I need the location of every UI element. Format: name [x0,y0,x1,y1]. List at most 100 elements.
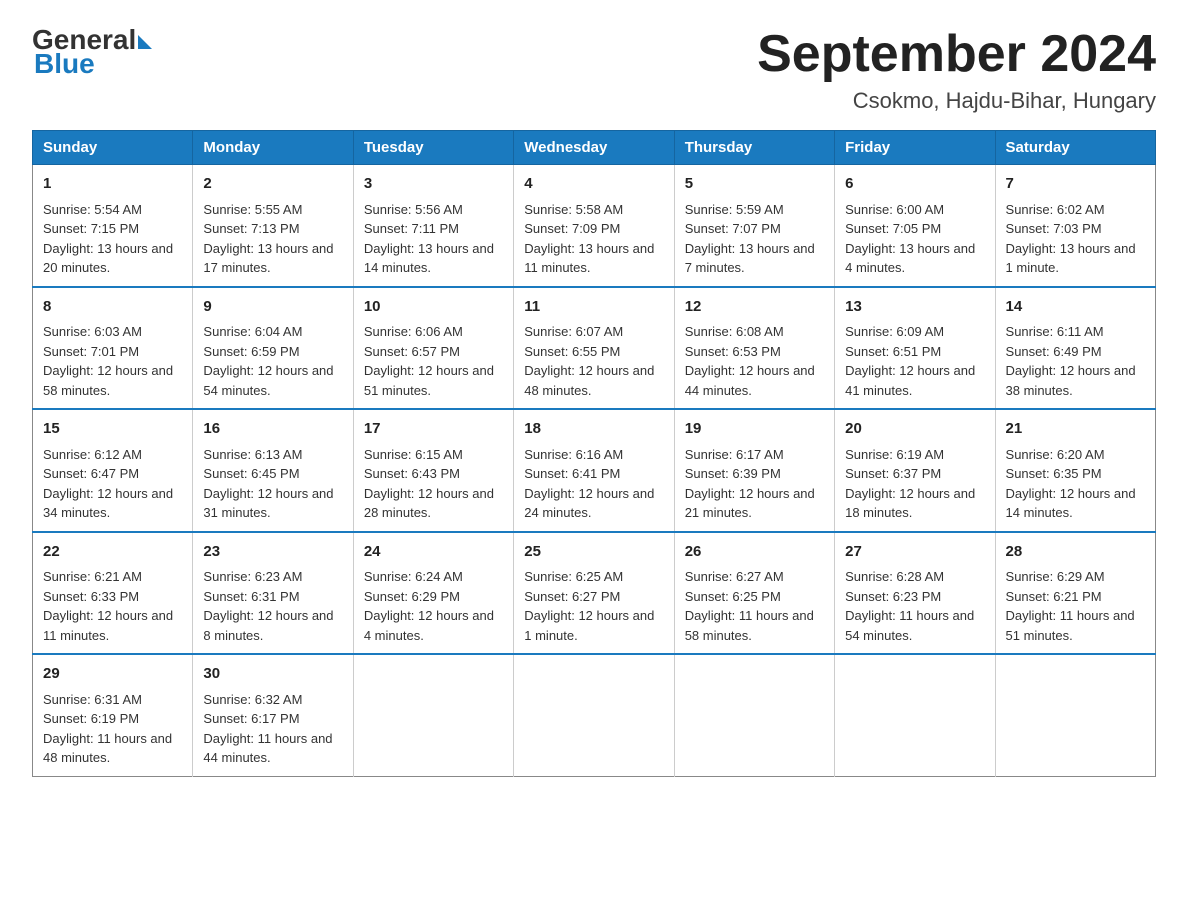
day-info: Sunrise: 5:56 AMSunset: 7:11 PMDaylight:… [364,200,503,278]
calendar-cell: 25Sunrise: 6:25 AMSunset: 6:27 PMDayligh… [514,532,674,655]
calendar-cell: 27 Sunrise: 6:28 AMSunset: 6:23 PMDayligh… [835,532,995,655]
calendar-cell: 6 Sunrise: 6:00 AMSunset: 7:05 PMDaylight… [835,165,995,287]
calendar-cell: 12Sunrise: 6:08 AMSunset: 6:53 PMDayligh… [674,287,834,410]
calendar-week-row: 22 Sunrise: 6:21 AMSunset: 6:33 PMDayligh… [33,532,1156,655]
calendar-cell [674,654,834,776]
day-number: 6 [845,173,984,196]
day-number: 24 [364,541,503,564]
calendar-cell: 15 Sunrise: 6:12 AMSunset: 6:47 PMDayligh… [33,409,193,532]
day-info: Sunrise: 6:24 AMSunset: 6:29 PMDaylight:… [364,567,503,645]
calendar-cell: 18 Sunrise: 6:16 AMSunset: 6:41 PMDayligh… [514,409,674,532]
calendar-cell: 17 Sunrise: 6:15 AMSunset: 6:43 PMDayligh… [353,409,513,532]
column-header-thursday: Thursday [674,131,834,165]
day-info: Sunrise: 6:15 AMSunset: 6:43 PMDaylight:… [364,445,503,523]
column-header-monday: Monday [193,131,353,165]
day-info: Sunrise: 6:16 AMSunset: 6:41 PMDaylight:… [524,445,663,523]
calendar-week-row: 8 Sunrise: 6:03 AMSunset: 7:01 PMDaylight… [33,287,1156,410]
day-info: Sunrise: 6:03 AMSunset: 7:01 PMDaylight:… [43,322,182,400]
column-header-tuesday: Tuesday [353,131,513,165]
calendar-cell: 8 Sunrise: 6:03 AMSunset: 7:01 PMDaylight… [33,287,193,410]
calendar-cell: 4 Sunrise: 5:58 AMSunset: 7:09 PMDaylight… [514,165,674,287]
day-number: 3 [364,173,503,196]
day-info: Sunrise: 6:20 AMSunset: 6:35 PMDaylight:… [1006,445,1145,523]
calendar-cell: 5 Sunrise: 5:59 AMSunset: 7:07 PMDaylight… [674,165,834,287]
day-info: Sunrise: 6:19 AMSunset: 6:37 PMDaylight:… [845,445,984,523]
day-info: Sunrise: 6:13 AMSunset: 6:45 PMDaylight:… [203,445,342,523]
day-number: 7 [1006,173,1145,196]
day-number: 13 [845,296,984,319]
calendar-cell: 9 Sunrise: 6:04 AMSunset: 6:59 PMDaylight… [193,287,353,410]
day-number: 21 [1006,418,1145,441]
calendar-cell: 11 Sunrise: 6:07 AMSunset: 6:55 PMDayligh… [514,287,674,410]
day-info: Sunrise: 6:00 AMSunset: 7:05 PMDaylight:… [845,200,984,278]
day-info: Sunrise: 6:09 AMSunset: 6:51 PMDaylight:… [845,322,984,400]
day-info: Sunrise: 5:58 AMSunset: 7:09 PMDaylight:… [524,200,663,278]
calendar-table: SundayMondayTuesdayWednesdayThursdayFrid… [32,130,1156,777]
day-info: Sunrise: 5:54 AMSunset: 7:15 PMDaylight:… [43,200,182,278]
calendar-header-row: SundayMondayTuesdayWednesdayThursdayFrid… [33,131,1156,165]
calendar-cell [514,654,674,776]
column-header-wednesday: Wednesday [514,131,674,165]
day-number: 29 [43,663,182,686]
calendar-cell: 20 Sunrise: 6:19 AMSunset: 6:37 PMDayligh… [835,409,995,532]
day-info: Sunrise: 6:02 AMSunset: 7:03 PMDaylight:… [1006,200,1145,278]
calendar-cell: 2Sunrise: 5:55 AMSunset: 7:13 PMDaylight… [193,165,353,287]
day-number: 26 [685,541,824,564]
day-number: 4 [524,173,663,196]
calendar-cell [353,654,513,776]
calendar-cell: 16Sunrise: 6:13 AMSunset: 6:45 PMDayligh… [193,409,353,532]
logo-triangle-icon [138,35,152,49]
day-number: 14 [1006,296,1145,319]
calendar-cell: 10 Sunrise: 6:06 AMSunset: 6:57 PMDayligh… [353,287,513,410]
day-number: 5 [685,173,824,196]
title-section: September 2024 Csokmo, Hajdu-Bihar, Hung… [757,24,1156,114]
day-number: 2 [203,173,342,196]
day-info: Sunrise: 6:27 AMSunset: 6:25 PMDaylight:… [685,567,824,645]
calendar-cell: 29Sunrise: 6:31 AMSunset: 6:19 PMDayligh… [33,654,193,776]
column-header-saturday: Saturday [995,131,1155,165]
day-info: Sunrise: 6:06 AMSunset: 6:57 PMDaylight:… [364,322,503,400]
day-number: 28 [1006,541,1145,564]
calendar-week-row: 1Sunrise: 5:54 AMSunset: 7:15 PMDaylight… [33,165,1156,287]
day-number: 18 [524,418,663,441]
day-number: 23 [203,541,342,564]
day-number: 10 [364,296,503,319]
calendar-cell: 24 Sunrise: 6:24 AMSunset: 6:29 PMDayligh… [353,532,513,655]
calendar-title: September 2024 [757,24,1156,84]
day-number: 22 [43,541,182,564]
day-info: Sunrise: 6:29 AMSunset: 6:21 PMDaylight:… [1006,567,1145,645]
day-info: Sunrise: 6:07 AMSunset: 6:55 PMDaylight:… [524,322,663,400]
day-number: 17 [364,418,503,441]
calendar-cell: 22 Sunrise: 6:21 AMSunset: 6:33 PMDayligh… [33,532,193,655]
calendar-cell: 23 Sunrise: 6:23 AMSunset: 6:31 PMDayligh… [193,532,353,655]
day-info: Sunrise: 6:17 AMSunset: 6:39 PMDaylight:… [685,445,824,523]
day-number: 15 [43,418,182,441]
day-info: Sunrise: 6:12 AMSunset: 6:47 PMDaylight:… [43,445,182,523]
calendar-week-row: 15 Sunrise: 6:12 AMSunset: 6:47 PMDayligh… [33,409,1156,532]
calendar-cell: 26 Sunrise: 6:27 AMSunset: 6:25 PMDayligh… [674,532,834,655]
calendar-cell: 28 Sunrise: 6:29 AMSunset: 6:21 PMDayligh… [995,532,1155,655]
calendar-cell: 19 Sunrise: 6:17 AMSunset: 6:39 PMDayligh… [674,409,834,532]
day-number: 20 [845,418,984,441]
calendar-cell [835,654,995,776]
day-number: 19 [685,418,824,441]
page-header: General Blue September 2024 Csokmo, Hajd… [32,24,1156,114]
day-info: Sunrise: 6:23 AMSunset: 6:31 PMDaylight:… [203,567,342,645]
day-info: Sunrise: 6:04 AMSunset: 6:59 PMDaylight:… [203,322,342,400]
calendar-cell: 1Sunrise: 5:54 AMSunset: 7:15 PMDaylight… [33,165,193,287]
calendar-subtitle: Csokmo, Hajdu-Bihar, Hungary [757,88,1156,114]
calendar-cell: 21 Sunrise: 6:20 AMSunset: 6:35 PMDayligh… [995,409,1155,532]
day-number: 9 [203,296,342,319]
day-number: 27 [845,541,984,564]
logo-blue: Blue [34,48,95,80]
day-number: 30 [203,663,342,686]
column-header-friday: Friday [835,131,995,165]
day-info: Sunrise: 6:28 AMSunset: 6:23 PMDaylight:… [845,567,984,645]
calendar-cell: 13 Sunrise: 6:09 AMSunset: 6:51 PMDayligh… [835,287,995,410]
day-info: Sunrise: 6:11 AMSunset: 6:49 PMDaylight:… [1006,322,1145,400]
day-number: 11 [524,296,663,319]
day-info: Sunrise: 6:21 AMSunset: 6:33 PMDaylight:… [43,567,182,645]
day-info: Sunrise: 5:59 AMSunset: 7:07 PMDaylight:… [685,200,824,278]
day-number: 8 [43,296,182,319]
calendar-cell: 3 Sunrise: 5:56 AMSunset: 7:11 PMDaylight… [353,165,513,287]
